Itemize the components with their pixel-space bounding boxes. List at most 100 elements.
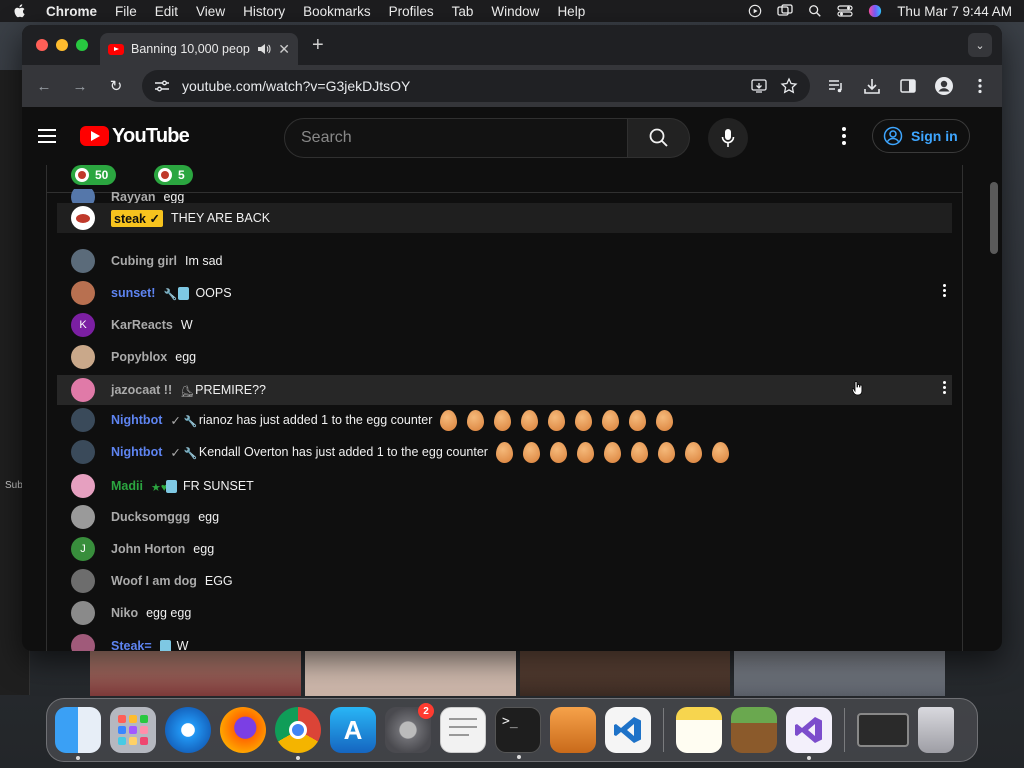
menu-tab[interactable]: Tab	[452, 4, 474, 19]
control-center-icon[interactable]	[837, 4, 853, 18]
chat-message[interactable]: jazocaat !! ⛸ PREMIRE??	[57, 375, 952, 405]
visual-studio-app-icon[interactable]	[786, 707, 832, 760]
garageband-app-icon[interactable]	[550, 707, 596, 753]
chat-message[interactable]: Cubing girl Im sad	[57, 246, 952, 276]
chat-message[interactable]: Ducksomggg egg	[57, 502, 952, 532]
trash-icon[interactable]	[918, 707, 954, 753]
speaker-icon[interactable]	[257, 43, 271, 55]
chat-text: egg	[175, 350, 197, 364]
tab-title: Banning 10,000 people in	[131, 42, 250, 56]
hamburger-menu-icon[interactable]	[38, 124, 62, 148]
minimized-window-thumbnail[interactable]	[857, 713, 909, 747]
voice-search-button[interactable]	[708, 118, 748, 158]
egg-icon	[657, 441, 675, 463]
safari-app-icon[interactable]	[165, 707, 211, 753]
menu-window[interactable]: Window	[491, 4, 539, 19]
spotlight-search-icon[interactable]	[807, 4, 823, 18]
chat-message[interactable]: sunset! 🔧 OOPS	[57, 278, 952, 308]
system-settings-app-icon[interactable]: 2	[385, 703, 434, 753]
terminal-app-icon[interactable]: >_	[495, 707, 541, 759]
running-indicator	[76, 756, 80, 760]
menu-file[interactable]: File	[115, 4, 137, 19]
media-queue-icon[interactable]	[826, 76, 846, 96]
finder-app-icon[interactable]	[55, 707, 101, 760]
chat-message[interactable]: Nightbot ✓ 🔧 Kendall Overton has just ad…	[57, 437, 952, 467]
reload-icon[interactable]: ↻	[106, 76, 126, 96]
steak-avatar-icon	[75, 168, 89, 182]
nightbot-avatar	[71, 440, 95, 464]
chat-message[interactable]: Madii ★♥ FR SUNSET	[57, 471, 952, 501]
chat-message[interactable]: Niko egg egg	[57, 598, 952, 628]
menu-history[interactable]: History	[243, 4, 285, 19]
bookmark-star-icon[interactable]	[780, 77, 798, 95]
chat-author: Rayyan	[111, 190, 156, 204]
close-tab-icon[interactable]: ✕	[278, 41, 290, 58]
steak-avatar-icon	[71, 206, 95, 230]
new-tab-button[interactable]: +	[312, 34, 324, 57]
running-indicator	[296, 756, 300, 760]
zoom-window-button[interactable]	[76, 39, 88, 51]
address-bar[interactable]: youtube.com/watch?v=G3jekDJtsOY	[142, 70, 810, 102]
menu-view[interactable]: View	[196, 4, 225, 19]
live-chat-panel: 50 5 Rayyan egg steak ✓ THEY ARE BACK Cu…	[46, 165, 963, 651]
chat-message-owner[interactable]: steak ✓ THEY ARE BACK	[57, 203, 952, 233]
minecraft-app-icon[interactable]	[731, 707, 777, 753]
chat-scrollbar[interactable]	[990, 182, 998, 254]
downloads-icon[interactable]	[862, 76, 882, 96]
moderator-wrench-icon: 🔧	[163, 288, 178, 301]
ticker-chip[interactable]: 50	[71, 165, 117, 185]
avatar	[71, 474, 95, 498]
side-panel-icon[interactable]	[898, 76, 918, 96]
search-button[interactable]	[628, 118, 690, 158]
chat-message[interactable]: K KarReacts W	[57, 310, 952, 340]
notes-app-icon[interactable]	[676, 707, 722, 753]
tab-search-chevron-down-icon[interactable]: ⌄	[968, 33, 992, 57]
back-arrow-icon[interactable]: ←	[34, 76, 54, 96]
screen-mirroring-icon[interactable]	[777, 4, 793, 18]
install-app-icon[interactable]	[750, 77, 768, 95]
menu-bookmarks[interactable]: Bookmarks	[303, 4, 371, 19]
forward-arrow-icon[interactable]: →	[70, 76, 90, 96]
chat-message[interactable]: Nightbot ✓ 🔧 rianoz has just added 1 to …	[57, 405, 952, 435]
menu-profiles[interactable]: Profiles	[389, 4, 434, 19]
egg-icon	[549, 441, 567, 463]
youtube-logo[interactable]: YouTube	[80, 125, 190, 148]
chat-message[interactable]: J John Horton egg	[57, 534, 952, 564]
menu-help[interactable]: Help	[557, 4, 585, 19]
avatar: J	[71, 537, 95, 561]
minimize-window-button[interactable]	[56, 39, 68, 51]
vscode-app-icon[interactable]	[605, 707, 651, 753]
firefox-app-icon[interactable]	[220, 707, 266, 753]
chat-message[interactable]: Popyblox egg	[57, 342, 952, 372]
ticker-chip[interactable]: 5	[154, 165, 193, 185]
menu-app-name[interactable]: Chrome	[46, 4, 97, 19]
message-menu-icon[interactable]	[943, 381, 946, 394]
background-window-text: Sub	[5, 480, 23, 491]
chat-text: THEY ARE BACK	[170, 211, 271, 225]
now-playing-icon[interactable]	[747, 4, 763, 18]
search-input[interactable]: Search	[284, 118, 628, 158]
menu-edit[interactable]: Edit	[155, 4, 178, 19]
message-menu-icon[interactable]	[943, 284, 946, 297]
close-window-button[interactable]	[36, 39, 48, 51]
sign-in-button[interactable]: Sign in	[872, 119, 970, 153]
settings-more-icon[interactable]	[834, 126, 854, 146]
address-bar-url[interactable]: youtube.com/watch?v=G3jekDJtsOY	[182, 78, 738, 94]
chrome-app-icon[interactable]	[275, 707, 321, 760]
chat-message[interactable]: Steak= W	[57, 631, 952, 651]
launchpad-app-icon[interactable]	[110, 707, 156, 753]
app-store-app-icon[interactable]: A	[330, 707, 376, 753]
moderator-wrench-icon: 🔧	[183, 415, 198, 428]
chat-message[interactable]: Woof I am dog EGG	[57, 566, 952, 596]
profile-avatar-icon[interactable]	[934, 76, 954, 96]
tab-youtube[interactable]: Banning 10,000 people in ✕	[100, 33, 298, 65]
search-icon	[649, 128, 668, 147]
text-editor-app-icon[interactable]	[440, 707, 486, 753]
siri-icon[interactable]	[867, 4, 883, 18]
apple-icon[interactable]	[12, 3, 28, 19]
menubar-clock[interactable]: Thu Mar 7 9:44 AM	[897, 4, 1012, 19]
chrome-window: Banning 10,000 people in ✕ + ⌄ ← → ↻ you…	[22, 25, 1002, 651]
chrome-menu-icon[interactable]	[970, 76, 990, 96]
chat-author: Nightbot	[111, 445, 163, 459]
site-info-tune-icon[interactable]	[154, 79, 170, 93]
